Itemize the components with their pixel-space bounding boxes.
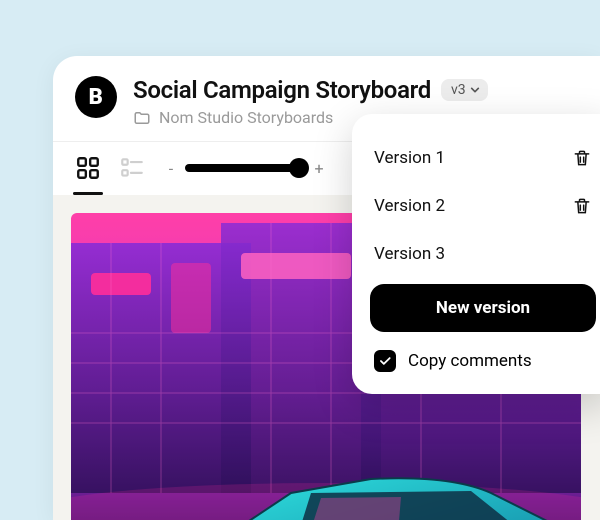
- version-item-label: Version 2: [374, 196, 445, 216]
- editor-panel: B Social Campaign Storyboard v3 Nom Stud…: [53, 56, 600, 520]
- new-version-button[interactable]: New version: [370, 284, 596, 332]
- brand-logo: B: [75, 76, 117, 118]
- view-toggle: [73, 153, 147, 183]
- page-title: Social Campaign Storyboard: [133, 76, 431, 104]
- zoom-track[interactable]: [185, 164, 305, 172]
- zoom-minus[interactable]: -: [165, 159, 177, 178]
- trash-icon[interactable]: [572, 196, 592, 216]
- chevron-down-icon: [470, 85, 480, 95]
- copy-comments-label: Copy comments: [408, 351, 532, 371]
- copy-comments-row[interactable]: Copy comments: [370, 350, 596, 372]
- folder-icon: [133, 109, 151, 127]
- version-item[interactable]: Version 3: [370, 230, 596, 278]
- version-chip[interactable]: v3: [441, 79, 488, 101]
- grid-view-button[interactable]: [73, 153, 103, 183]
- list-view-button[interactable]: [117, 153, 147, 183]
- version-item[interactable]: Version 1: [370, 134, 596, 182]
- zoom-knob[interactable]: [289, 158, 309, 178]
- breadcrumb-label: Nom Studio Storyboards: [159, 108, 333, 127]
- version-item-label: Version 1: [374, 148, 445, 168]
- trash-icon[interactable]: [572, 148, 592, 168]
- version-chip-label: v3: [451, 82, 466, 98]
- version-item[interactable]: Version 2: [370, 182, 596, 230]
- copy-comments-checkbox[interactable]: [374, 350, 396, 372]
- zoom-slider[interactable]: - +: [165, 159, 325, 178]
- version-item-label: Version 3: [374, 244, 445, 264]
- version-dropdown: Version 1 Version 2 Version 3 New versio…: [352, 114, 600, 394]
- zoom-plus[interactable]: +: [313, 159, 325, 178]
